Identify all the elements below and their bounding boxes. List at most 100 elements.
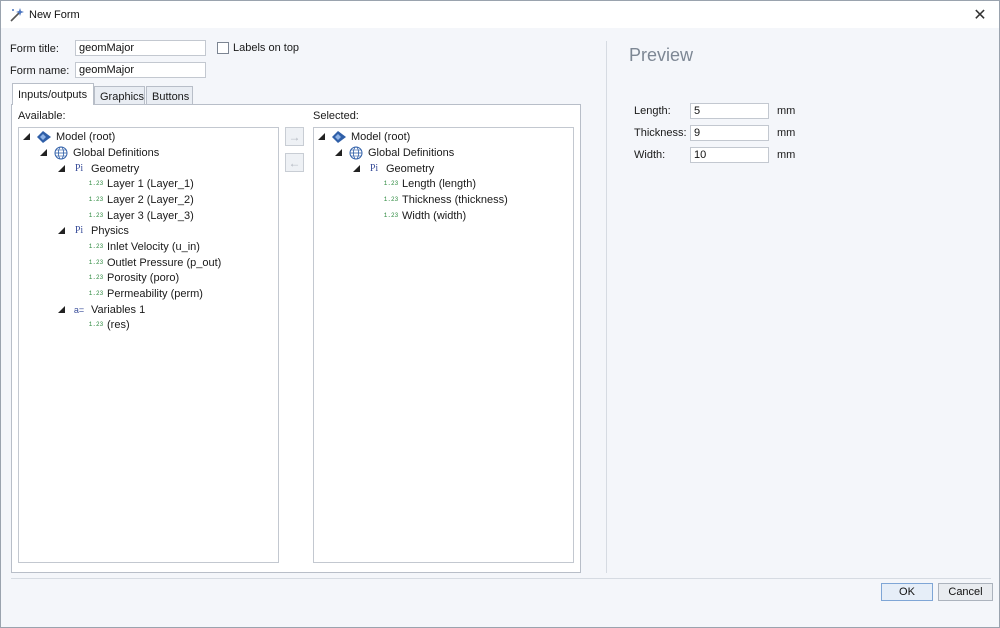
window-title: New Form	[29, 8, 80, 21]
tree-node-label: Physics	[91, 224, 129, 237]
selected-tree[interactable]: Model (root) Global Definitions Pi Geome…	[313, 127, 574, 563]
tree-node-model-root[interactable]: Model (root)	[318, 129, 410, 144]
tree-node-variables-1[interactable]: a= Variables 1	[58, 302, 145, 317]
form-title-input[interactable]	[75, 40, 206, 56]
close-icon: ✕	[973, 6, 987, 24]
parameters-icon: Pi	[74, 163, 84, 174]
parameter-icon: 1.23	[383, 196, 399, 203]
parameter-icon: 1.23	[383, 212, 399, 219]
tree-node-layer-2[interactable]: 1.23 Layer 2 (Layer_2)	[89, 192, 194, 207]
tree-node-global-definitions[interactable]: Global Definitions	[335, 145, 454, 160]
globe-icon	[349, 146, 363, 159]
preview-width-unit: mm	[777, 149, 796, 161]
form-name-label: Form name:	[10, 65, 70, 77]
cancel-button[interactable]: Cancel	[938, 583, 993, 601]
parameter-icon: 1.23	[88, 321, 104, 328]
tree-node-label: Global Definitions	[73, 146, 160, 159]
tree-node-global-definitions[interactable]: Global Definitions	[40, 145, 159, 160]
tree-node-label: Model (root)	[351, 130, 411, 143]
tree-node-layer-1[interactable]: 1.23 Layer 1 (Layer_1)	[89, 176, 194, 191]
tab-buttons[interactable]: Buttons	[146, 86, 193, 106]
tree-node-label: Porosity (poro)	[107, 271, 180, 284]
arrow-right-icon: →	[288, 129, 301, 144]
collapse-triangle-icon[interactable]	[318, 133, 325, 140]
labels-on-top-label: Labels on top	[233, 42, 300, 54]
model-icon	[332, 130, 346, 143]
tree-node-porosity[interactable]: 1.23 Porosity (poro)	[89, 270, 179, 285]
parameters-icon: Pi	[74, 225, 84, 236]
parameter-icon: 1.23	[88, 290, 104, 297]
footer-divider	[11, 578, 991, 579]
new-form-dialog: New Form ✕ Form title: Labels on top For…	[0, 0, 1000, 628]
tree-node-label: Layer 1 (Layer_1)	[107, 177, 194, 190]
collapse-triangle-icon[interactable]	[23, 133, 30, 140]
preview-length-label: Length:	[634, 105, 671, 117]
tree-node-res[interactable]: 1.23 (res)	[89, 317, 130, 332]
selected-label: Selected:	[313, 110, 359, 122]
preview-width-input[interactable]	[690, 147, 769, 163]
collapse-triangle-icon[interactable]	[353, 165, 360, 172]
tree-node-label: Permeability (perm)	[107, 287, 203, 300]
tree-node-length[interactable]: 1.23 Length (length)	[384, 176, 476, 191]
parameter-icon: 1.23	[88, 180, 104, 187]
tree-node-label: Geometry	[91, 162, 140, 175]
globe-icon	[54, 146, 68, 159]
tree-node-geometry[interactable]: Pi Geometry	[353, 161, 434, 176]
add-to-selected-button[interactable]: →	[285, 127, 304, 146]
available-tree[interactable]: Model (root) Global Definitions Pi Geome…	[18, 127, 279, 563]
collapse-triangle-icon[interactable]	[40, 149, 47, 156]
tree-node-width[interactable]: 1.23 Width (width)	[384, 208, 466, 223]
labels-on-top-checkbox[interactable]	[217, 42, 229, 54]
form-name-input[interactable]	[75, 62, 206, 78]
collapse-triangle-icon[interactable]	[335, 149, 342, 156]
tab-label: Buttons	[152, 90, 190, 103]
tab-graphics[interactable]: Graphics	[94, 86, 145, 106]
cancel-button-label: Cancel	[948, 586, 983, 598]
parameter-icon: 1.23	[88, 243, 104, 250]
parameter-icon: 1.23	[88, 212, 104, 219]
parameter-icon: 1.23	[383, 180, 399, 187]
collapse-triangle-icon[interactable]	[58, 227, 65, 234]
ok-button-label: OK	[899, 586, 915, 598]
tree-node-geometry[interactable]: Pi Geometry	[58, 161, 139, 176]
tree-node-label: Length (length)	[402, 177, 476, 190]
tree-node-label: Variables 1	[91, 303, 146, 316]
magic-wand-icon	[10, 7, 24, 22]
tree-node-model-root[interactable]: Model (root)	[23, 129, 115, 144]
tree-node-label: Thickness (thickness)	[402, 193, 508, 206]
ok-button[interactable]: OK	[881, 583, 933, 601]
title-bar: New Form ✕	[1, 1, 999, 28]
preview-thickness-unit: mm	[777, 127, 796, 139]
parameter-icon: 1.23	[88, 274, 104, 281]
tree-node-thickness[interactable]: 1.23 Thickness (thickness)	[384, 192, 508, 207]
tree-node-label: Width (width)	[402, 209, 467, 222]
preview-length-unit: mm	[777, 105, 796, 117]
tree-node-layer-3[interactable]: 1.23 Layer 3 (Layer_3)	[89, 208, 194, 223]
tree-node-inlet-velocity[interactable]: 1.23 Inlet Velocity (u_in)	[89, 239, 200, 254]
tree-node-physics[interactable]: Pi Physics	[58, 223, 129, 238]
parameter-icon: 1.23	[88, 196, 104, 203]
tab-label: Graphics	[100, 90, 145, 103]
available-label: Available:	[18, 110, 66, 122]
tree-node-label: (res)	[107, 318, 130, 331]
tree-node-label: Layer 2 (Layer_2)	[107, 193, 194, 206]
preview-title: Preview	[629, 45, 694, 65]
tab-inputs-outputs[interactable]: Inputs/outputs	[12, 83, 94, 105]
close-button[interactable]: ✕	[965, 1, 995, 28]
tree-node-outlet-pressure[interactable]: 1.23 Outlet Pressure (p_out)	[88, 255, 222, 270]
preview-length-input[interactable]	[690, 103, 769, 119]
collapse-triangle-icon[interactable]	[58, 165, 65, 172]
tab-panel-inputs-outputs: Available: Selected: Model (root) Global…	[11, 104, 581, 573]
preview-thickness-input[interactable]	[690, 125, 769, 141]
model-icon	[37, 130, 51, 143]
tree-node-label: Global Definitions	[368, 146, 455, 159]
tree-node-label: Model (root)	[56, 130, 116, 143]
tab-label: Inputs/outputs	[18, 88, 88, 101]
tree-node-label: Layer 3 (Layer_3)	[107, 209, 194, 222]
parameter-icon: 1.23	[88, 259, 104, 266]
tree-node-label: Outlet Pressure (p_out)	[107, 256, 222, 269]
tree-node-permeability[interactable]: 1.23 Permeability (perm)	[89, 286, 203, 301]
collapse-triangle-icon[interactable]	[58, 306, 65, 313]
remove-from-selected-button[interactable]: ←	[285, 153, 304, 172]
form-title-label: Form title:	[10, 43, 59, 55]
